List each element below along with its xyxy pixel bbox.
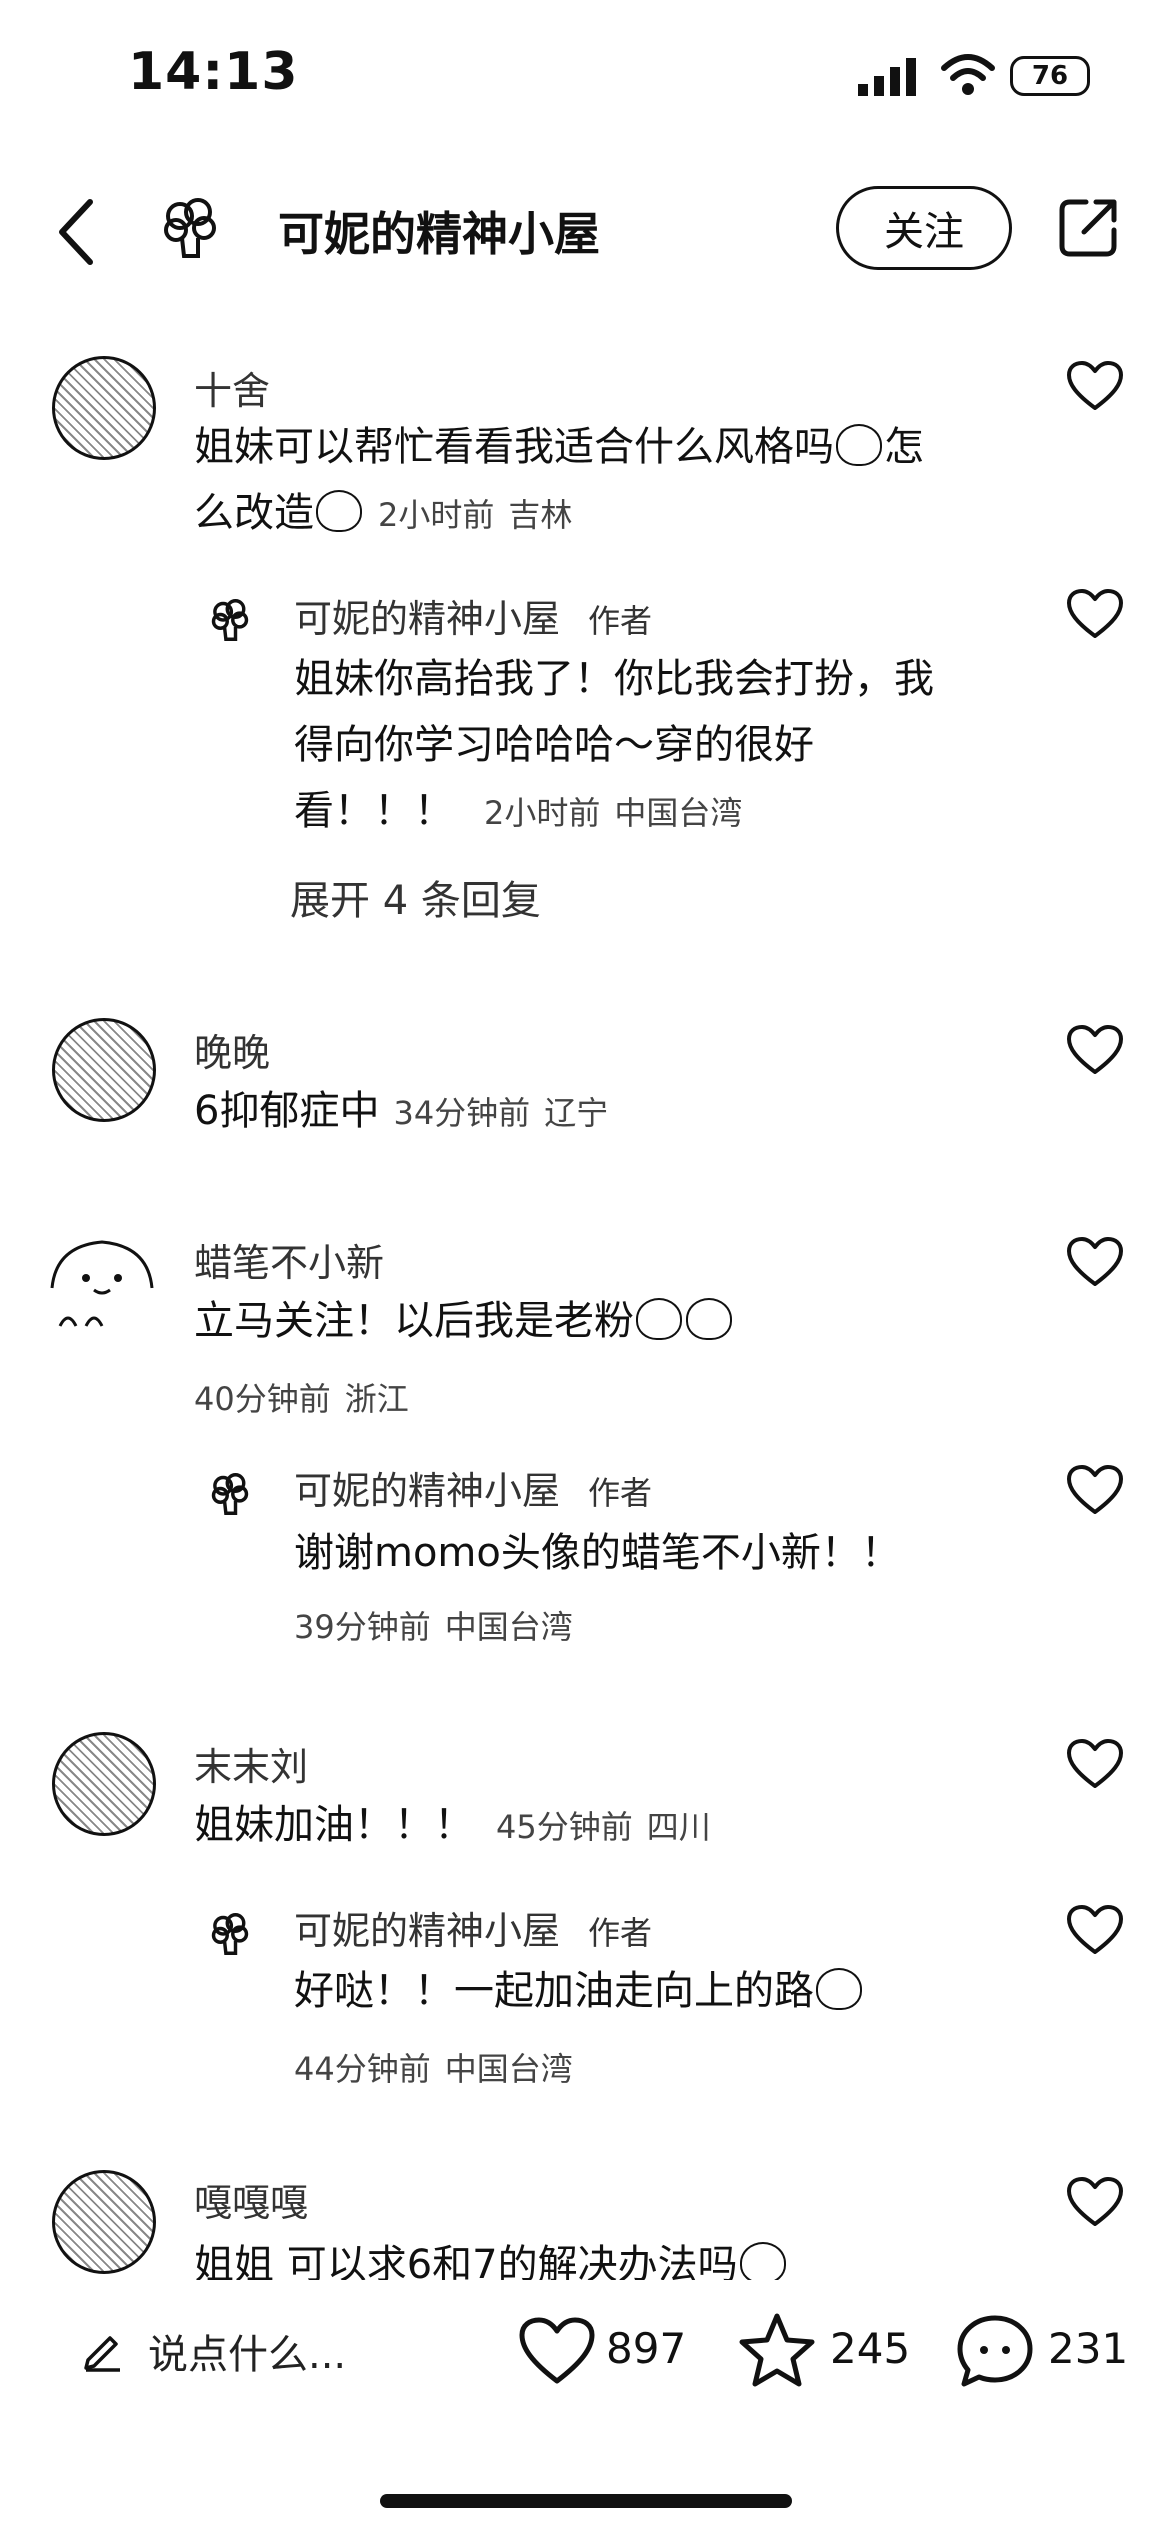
heart-icon[interactable] bbox=[1066, 1024, 1124, 1076]
avatar[interactable] bbox=[46, 1228, 158, 1340]
status-time: 14:13 bbox=[128, 42, 299, 102]
comment-text: 立马关注！以后我是老粉 bbox=[194, 1288, 734, 1354]
broccoli-avatar-icon[interactable] bbox=[160, 196, 220, 260]
emoji-icon bbox=[686, 1298, 732, 1340]
emoji-icon bbox=[739, 2242, 786, 2280]
comment-item: 嘎嘎嘎 姐姐 可以求6和7的解决办法吗 bbox=[0, 2160, 1170, 2280]
expand-replies-button[interactable]: 展开 4 条回复 bbox=[290, 868, 541, 926]
stars-count: 245 bbox=[830, 2324, 911, 2373]
reply-author[interactable]: 可妮的精神小屋 作者 bbox=[294, 1460, 652, 1515]
comment-meta: 40分钟前 浙江 bbox=[194, 1380, 409, 1418]
comment-author[interactable]: 晚晚 bbox=[194, 1022, 270, 1077]
reply-text: 谢谢momo头像的蜡笔不小新！！ bbox=[294, 1530, 901, 1576]
reply-meta: 44分钟前 中国台湾 bbox=[294, 2050, 573, 2088]
heart-icon[interactable] bbox=[1066, 1464, 1124, 1516]
heart-icon[interactable] bbox=[1066, 2176, 1124, 2228]
chat-bubble-icon[interactable] bbox=[956, 2314, 1034, 2388]
reply-text: 姐妹你高抬我了！你比我会打扮，我 得向你学习哈哈哈～穿的很好 看！！！ 2小时前中… bbox=[294, 656, 934, 834]
comment-text: 姐姐 可以求6和7的解决办法吗 bbox=[194, 2232, 788, 2280]
broccoli-avatar-icon[interactable] bbox=[208, 1912, 252, 1956]
reply-meta: 39分钟前 中国台湾 bbox=[294, 1608, 573, 1646]
reply-author[interactable]: 可妮的精神小屋 作者 bbox=[294, 588, 652, 643]
page-title: 可妮的精神小屋 bbox=[278, 207, 600, 261]
avatar[interactable] bbox=[52, 356, 156, 460]
comment-input[interactable]: 说点什么... bbox=[148, 2322, 346, 2380]
comment-author[interactable]: 末末刘 bbox=[194, 1736, 308, 1791]
heart-icon[interactable] bbox=[1066, 1904, 1124, 1956]
reply-author[interactable]: 可妮的精神小屋 作者 bbox=[294, 1900, 652, 1955]
comment-text: 6抑郁症中 34分钟前 辽宁 bbox=[194, 1088, 609, 1134]
chevron-left-icon[interactable] bbox=[52, 196, 100, 268]
pencil-icon[interactable] bbox=[82, 2330, 124, 2372]
comment-author[interactable]: 十舍 bbox=[194, 360, 270, 415]
battery-indicator: 76 bbox=[1010, 56, 1090, 96]
star-icon[interactable] bbox=[738, 2312, 816, 2388]
signal-icon bbox=[858, 58, 916, 96]
heart-icon[interactable] bbox=[1066, 360, 1124, 412]
home-indicator[interactable] bbox=[380, 2494, 792, 2508]
emoji-icon bbox=[816, 1968, 862, 2010]
avatar[interactable] bbox=[52, 2170, 156, 2274]
heart-icon[interactable] bbox=[518, 2316, 596, 2386]
broccoli-avatar-icon[interactable] bbox=[208, 1472, 252, 1516]
comment-text: 姐妹可以帮忙看看我适合什么风格吗怎 么改造 2小时前 吉林 bbox=[194, 424, 924, 536]
reply-text: 好哒！！一起加油走向上的路 bbox=[294, 1958, 864, 2024]
wifi-icon bbox=[941, 54, 995, 95]
follow-button[interactable]: 关注 bbox=[836, 186, 1012, 270]
avatar[interactable] bbox=[52, 1732, 156, 1836]
emoji-icon bbox=[636, 1298, 682, 1340]
heart-icon[interactable] bbox=[1066, 588, 1124, 640]
heart-icon[interactable] bbox=[1066, 1738, 1124, 1790]
comment-text: 姐妹加油！！！ 45分钟前 四川 bbox=[194, 1802, 711, 1848]
likes-count: 897 bbox=[606, 2324, 687, 2373]
comment-author[interactable]: 蜡笔不小新 bbox=[194, 1232, 384, 1287]
emoji-icon bbox=[836, 424, 882, 466]
share-icon[interactable] bbox=[1056, 196, 1120, 260]
avatar[interactable] bbox=[52, 1018, 156, 1122]
comment-author[interactable]: 嘎嘎嘎 bbox=[194, 2172, 308, 2227]
broccoli-avatar-icon[interactable] bbox=[208, 598, 252, 642]
heart-icon[interactable] bbox=[1066, 1236, 1124, 1288]
comments-count: 231 bbox=[1048, 2324, 1129, 2373]
emoji-icon bbox=[316, 490, 362, 532]
